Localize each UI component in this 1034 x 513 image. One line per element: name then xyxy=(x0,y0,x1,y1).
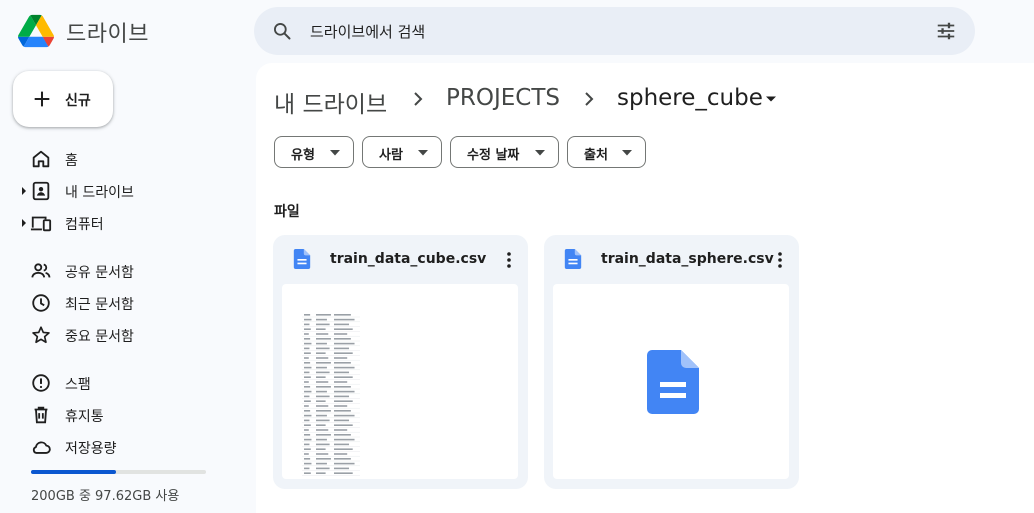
sidebar-item-label: 홈 xyxy=(65,153,78,169)
sidebar-item-storage[interactable]: 저장용량 xyxy=(20,433,240,461)
filter-people-button[interactable]: 사람 xyxy=(362,136,442,168)
more-options-icon[interactable] xyxy=(777,250,783,270)
main-panel: 내 드라이브 PROJECTS sphere_cube 유형 사람 수정 날짜 … xyxy=(256,63,1034,513)
new-button[interactable]: 신규 xyxy=(13,71,113,127)
files-section-title: 파일 xyxy=(274,204,300,220)
sidebar-item-starred[interactable]: 중요 문서함 xyxy=(20,321,240,349)
sidebar-item-spam[interactable]: 스팸 xyxy=(20,369,240,397)
caret-down-icon xyxy=(418,150,428,156)
my-drive-icon xyxy=(32,181,50,201)
filter-label: 사람 xyxy=(379,148,403,163)
more-options-icon[interactable] xyxy=(506,250,512,270)
caret-down-icon[interactable] xyxy=(765,95,777,103)
sidebar-item-label: 스팸 xyxy=(65,377,91,393)
filter-label: 유형 xyxy=(291,148,315,163)
caret-down-icon xyxy=(622,150,632,156)
file-preview-thumbnail[interactable] xyxy=(282,284,518,479)
sidebar-item-my-drive[interactable]: 내 드라이브 xyxy=(20,177,240,205)
expand-caret-icon[interactable] xyxy=(20,186,28,196)
sidebar-item-label: 공유 문서함 xyxy=(65,265,134,281)
breadcrumb-my-drive[interactable]: 내 드라이브 xyxy=(274,85,387,119)
app-title: 드라이브 xyxy=(66,22,149,47)
sidebar-item-label: 컴퓨터 xyxy=(65,217,104,233)
trash-icon xyxy=(34,406,48,424)
chevron-right-icon xyxy=(414,92,423,106)
sidebar-item-computers[interactable]: 컴퓨터 xyxy=(20,209,240,237)
shared-icon xyxy=(31,263,51,278)
file-name: train_data_cube.csv xyxy=(330,251,487,267)
filter-label: 출처 xyxy=(584,148,608,163)
search-icon[interactable] xyxy=(272,21,292,41)
filter-type-button[interactable]: 유형 xyxy=(274,136,354,168)
chevron-right-icon xyxy=(585,92,594,106)
search-input[interactable]: 드라이브에서 검색 xyxy=(310,21,425,42)
spreadsheet-preview-image xyxy=(302,314,360,476)
sidebar-item-shared[interactable]: 공유 문서함 xyxy=(20,257,240,285)
doc-icon xyxy=(647,350,699,414)
file-name: train_data_sphere.csv xyxy=(601,251,774,267)
star-icon xyxy=(32,326,50,344)
doc-icon xyxy=(293,249,311,269)
search-options-icon[interactable] xyxy=(935,20,957,42)
storage-bar xyxy=(31,470,206,474)
sidebar-item-recent[interactable]: 최근 문서함 xyxy=(20,289,240,317)
doc-icon xyxy=(564,249,582,269)
storage-usage-text: 200GB 중 97.62GB 사용 xyxy=(31,489,180,504)
caret-down-icon xyxy=(330,150,340,156)
spam-icon xyxy=(32,374,50,392)
cloud-icon xyxy=(32,441,51,454)
storage-bar-fill xyxy=(31,470,117,474)
sidebar-item-label: 내 드라이브 xyxy=(65,185,134,201)
file-card[interactable]: train_data_cube.csv xyxy=(273,235,528,489)
sidebar-item-trash[interactable]: 휴지통 xyxy=(20,401,240,429)
sidebar-item-home[interactable]: 홈 xyxy=(20,145,240,173)
sidebar-item-label: 중요 문서함 xyxy=(65,329,134,345)
filter-modified-button[interactable]: 수정 날짜 xyxy=(450,136,559,168)
search-bar[interactable]: 드라이브에서 검색 xyxy=(254,7,975,55)
sidebar-item-label: 최근 문서함 xyxy=(65,297,134,313)
new-button-label: 신규 xyxy=(65,93,91,109)
expand-caret-icon[interactable] xyxy=(20,218,28,228)
sidebar-item-label: 휴지통 xyxy=(65,409,104,425)
breadcrumb-projects[interactable]: PROJECTS xyxy=(446,85,560,111)
computer-icon xyxy=(30,216,52,232)
plus-icon xyxy=(34,91,50,107)
filter-label: 수정 날짜 xyxy=(467,148,520,163)
sidebar-item-label: 저장용량 xyxy=(65,441,117,457)
home-icon xyxy=(32,150,50,168)
clock-icon xyxy=(32,294,50,312)
filter-source-button[interactable]: 출처 xyxy=(567,136,646,168)
drive-logo-icon[interactable] xyxy=(18,14,54,48)
file-card[interactable]: train_data_sphere.csv xyxy=(544,235,799,489)
breadcrumb-current-folder[interactable]: sphere_cube xyxy=(617,85,763,111)
caret-down-icon xyxy=(535,150,545,156)
file-preview-thumbnail[interactable] xyxy=(553,284,789,479)
